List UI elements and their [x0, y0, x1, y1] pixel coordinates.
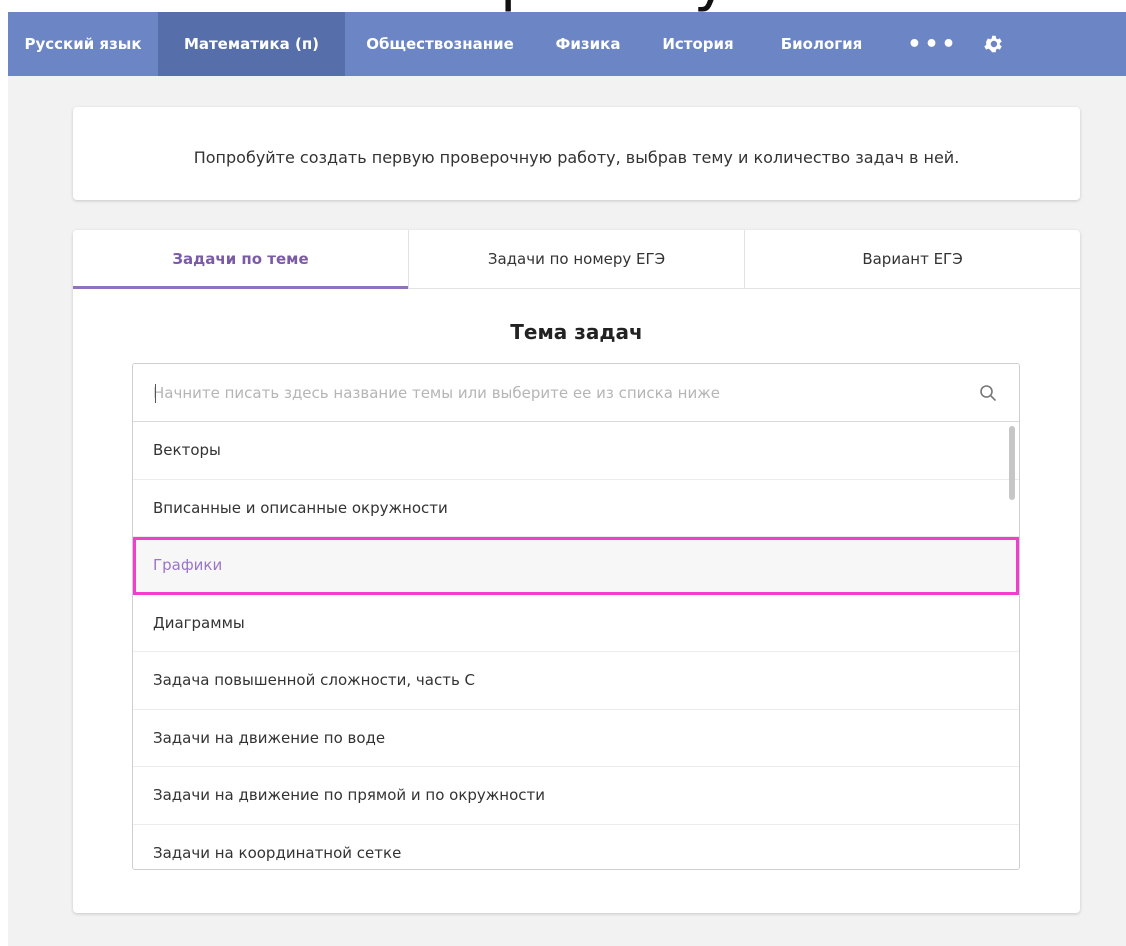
tab-by-exam-number[interactable]: Задачи по номеру ЕГЭ	[409, 230, 745, 288]
subject-navbar: Русский язык Математика (п) Обществознан…	[8, 12, 1126, 76]
list-item[interactable]: Вписанные и описанные окружности	[133, 480, 1019, 537]
list-item-highlighted[interactable]: Графики	[133, 537, 1019, 595]
list-item[interactable]: Векторы	[133, 422, 1019, 480]
info-message: Попробуйте создать первую проверочную ра…	[193, 148, 960, 167]
text-caret	[155, 384, 156, 403]
tab-exam-variant[interactable]: Вариант ЕГЭ	[745, 230, 1080, 288]
list-item[interactable]: Задача повышенной сложности, часть С	[133, 652, 1019, 710]
list-item[interactable]: Задачи на движение по воде	[133, 710, 1019, 767]
nav-item-history[interactable]: История	[641, 12, 755, 76]
nav-item-russian[interactable]: Русский язык	[8, 12, 158, 76]
tab-by-topic[interactable]: Задачи по теме	[73, 230, 409, 289]
topic-picker: Векторы Вписанные и описанные окружности…	[132, 363, 1020, 870]
search-row	[133, 364, 1019, 422]
scrollbar-thumb[interactable]	[1009, 426, 1015, 500]
page-body: Попробуйте создать первую проверочную ра…	[8, 76, 1126, 946]
list-item[interactable]: Диаграммы	[133, 595, 1019, 652]
nav-item-social-studies[interactable]: Обществознание	[345, 12, 535, 76]
task-mode-tabs: Задачи по теме Задачи по номеру ЕГЭ Вари…	[73, 230, 1080, 289]
section-title: Тема задач	[510, 320, 643, 344]
cropped-heading: работу	[0, 0, 1126, 12]
gear-icon[interactable]	[978, 12, 1008, 76]
scrollbar[interactable]	[1009, 426, 1015, 866]
cropped-heading-text: работу	[500, 0, 731, 12]
task-builder-card: Задачи по теме Задачи по номеру ЕГЭ Вари…	[73, 230, 1080, 913]
info-card: Попробуйте создать первую проверочную ра…	[73, 107, 1080, 200]
topic-search-input[interactable]	[153, 378, 953, 408]
topic-list: Векторы Вписанные и описанные окружности…	[133, 422, 1019, 869]
nav-item-biology[interactable]: Биология	[755, 12, 888, 76]
nav-item-physics[interactable]: Физика	[535, 12, 641, 76]
nav-item-math[interactable]: Математика (п)	[158, 12, 345, 76]
search-icon[interactable]	[979, 384, 997, 402]
list-item[interactable]: Задачи на движение по прямой и по окружн…	[133, 767, 1019, 825]
more-icon[interactable]: •••	[888, 12, 978, 76]
list-item[interactable]: Задачи на координатной сетке	[133, 825, 1019, 870]
